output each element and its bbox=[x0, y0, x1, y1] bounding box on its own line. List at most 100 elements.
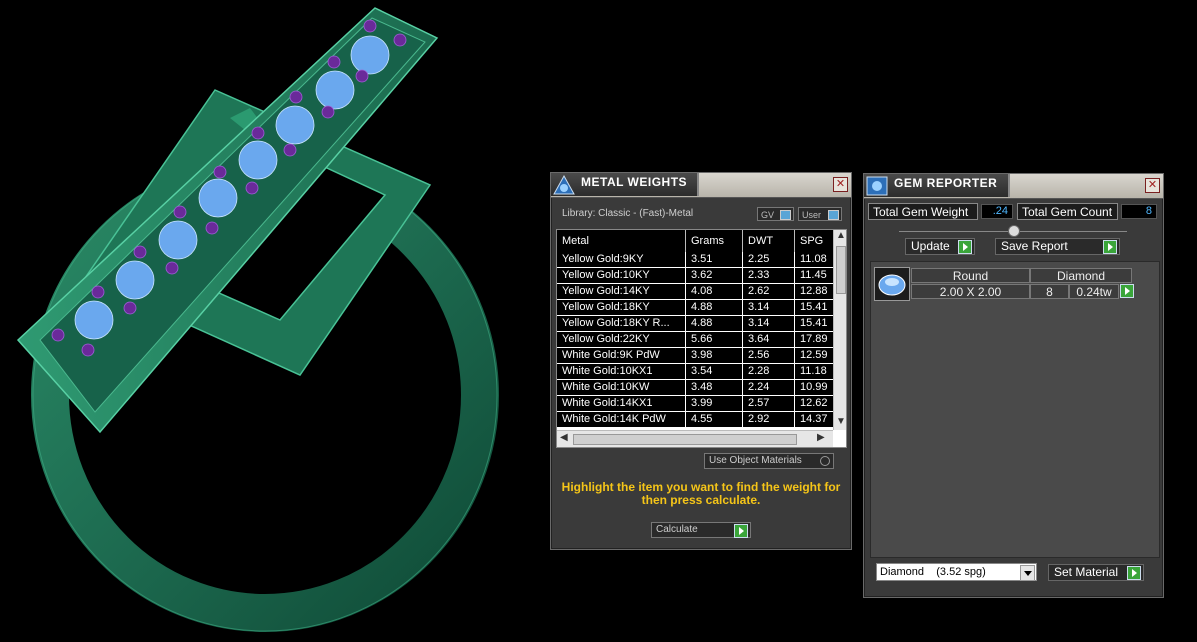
collapse-icon[interactable] bbox=[1008, 225, 1020, 237]
table-cell: 11.18 bbox=[800, 365, 827, 377]
table-cell: Yellow Gold:18KY R... bbox=[557, 316, 686, 331]
table-row[interactable]: Yellow Gold:22KY 5.66 3.64 17.89 bbox=[557, 332, 833, 348]
table-row[interactable]: White Gold:14KX1 3.99 2.57 12.62 bbox=[557, 396, 833, 412]
table-cell: White Gold:9K PdW bbox=[557, 348, 686, 363]
gem-select-button[interactable] bbox=[1120, 284, 1134, 299]
hscroll-thumb[interactable] bbox=[573, 434, 797, 445]
horizontal-scrollbar[interactable]: ◀ ▶ bbox=[557, 430, 833, 447]
table-cell: Yellow Gold:14KY bbox=[557, 284, 686, 299]
table-row[interactable]: White Gold:9K PdW 3.98 2.56 12.59 bbox=[557, 348, 833, 364]
table-cell: 14.37 bbox=[800, 413, 828, 425]
play-icon bbox=[734, 524, 748, 538]
gem-count: 8 bbox=[1030, 284, 1069, 299]
table-cell: 3.54 bbox=[686, 364, 743, 379]
table-cell: 3.14 bbox=[743, 300, 795, 315]
table-cell: 10.99 bbox=[800, 381, 828, 393]
play-icon bbox=[1103, 240, 1117, 254]
table-cell: 2.33 bbox=[743, 268, 795, 283]
table-cell: 2.62 bbox=[743, 284, 795, 299]
set-material-button[interactable]: Set Material bbox=[1048, 564, 1144, 581]
scroll-up-icon[interactable]: ▲ bbox=[836, 230, 846, 241]
update-button[interactable]: Update bbox=[905, 238, 975, 255]
ring-model bbox=[16, 7, 499, 632]
table-cell: 4.88 bbox=[686, 316, 743, 331]
table-cell: 3.99 bbox=[686, 396, 743, 411]
scroll-thumb[interactable] bbox=[836, 246, 846, 294]
vertical-scrollbar[interactable]: ▲ ▼ bbox=[833, 230, 846, 430]
col-metal[interactable]: Metal bbox=[557, 230, 686, 252]
col-grams[interactable]: Grams bbox=[686, 230, 743, 252]
table-cell: 2.28 bbox=[743, 364, 795, 379]
table-body: Yellow Gold:9KY 3.51 2.25 11.08 Yellow Gold:… bbox=[557, 252, 833, 428]
gem-reporter-titlebar[interactable]: GEM REPORTER ✕ bbox=[864, 174, 1163, 199]
table-cell: Yellow Gold:18KY bbox=[557, 300, 686, 315]
table-row[interactable]: White Gold:10KX1 3.54 2.28 11.18 bbox=[557, 364, 833, 380]
table-cell: 12.62 bbox=[800, 397, 828, 409]
gem-material: Diamond bbox=[1030, 268, 1132, 283]
save-report-button[interactable]: Save Report bbox=[995, 238, 1120, 255]
metal-table: Metal Grams DWT SPG Yellow Gold:9KY 3.51 2… bbox=[556, 229, 847, 448]
table-cell: 15.41 bbox=[800, 301, 828, 313]
use-object-materials-toggle[interactable]: Use Object Materials bbox=[704, 453, 834, 469]
table-cell: White Gold:10KX1 bbox=[557, 364, 686, 379]
gem-thumbnail[interactable] bbox=[874, 267, 910, 301]
table-cell: 3.62 bbox=[686, 268, 743, 283]
scroll-left-icon[interactable]: ◀ bbox=[560, 432, 568, 443]
table-cell: 11.08 bbox=[800, 253, 827, 265]
table-row[interactable]: Yellow Gold:14KY 4.08 2.62 12.88 bbox=[557, 284, 833, 300]
table-cell: Yellow Gold:10KY bbox=[557, 268, 686, 283]
radio-icon bbox=[820, 456, 830, 466]
table-cell: 12.88 bbox=[800, 285, 828, 297]
table-row[interactable]: White Gold:14K PdW 4.55 2.92 14.37 bbox=[557, 412, 833, 428]
table-cell: 3.48 bbox=[686, 380, 743, 395]
chevron-down-icon[interactable] bbox=[1020, 565, 1035, 581]
play-icon bbox=[958, 240, 972, 254]
play-icon bbox=[1120, 284, 1134, 298]
table-cell: 2.56 bbox=[743, 348, 795, 363]
table-cell: 5.66 bbox=[686, 332, 743, 347]
total-gem-weight-value: .24 bbox=[981, 204, 1013, 219]
table-cell: 11.45 bbox=[800, 269, 827, 281]
table-row[interactable]: Yellow Gold:18KY R... 4.88 3.14 15.41 bbox=[557, 316, 833, 332]
total-gem-count-value: 8 bbox=[1121, 204, 1157, 219]
table-row[interactable]: White Gold:10KW 3.48 2.24 10.99 bbox=[557, 380, 833, 396]
col-spg[interactable]: SPG bbox=[795, 230, 833, 252]
table-cell: White Gold:10KW bbox=[557, 380, 686, 395]
user-toggle[interactable]: User bbox=[798, 207, 842, 221]
table-row[interactable]: Yellow Gold:9KY 3.51 2.25 11.08 bbox=[557, 252, 833, 268]
gem-reporter-icon bbox=[866, 176, 888, 196]
close-icon[interactable]: ✕ bbox=[1145, 178, 1160, 193]
metal-weights-titlebar[interactable]: METAL WEIGHTS ✕ bbox=[551, 173, 851, 198]
total-gem-count-label: Total Gem Count bbox=[1017, 203, 1118, 220]
calculate-button[interactable]: Calculate bbox=[651, 522, 751, 538]
close-icon[interactable]: ✕ bbox=[833, 177, 848, 192]
gem-reporter-panel: GEM REPORTER ✕ Total Gem Weight .24 Tota… bbox=[863, 173, 1164, 598]
library-label: Library: Classic - (Fast)-Metal bbox=[562, 208, 694, 219]
table-row[interactable]: Yellow Gold:18KY 4.88 3.14 15.41 bbox=[557, 300, 833, 316]
table-cell: 2.24 bbox=[743, 380, 795, 395]
table-cell: 3.14 bbox=[743, 316, 795, 331]
instruction-text: Highlight the item you want to find the … bbox=[561, 480, 841, 507]
gem-shape: Round bbox=[911, 268, 1030, 283]
table-cell: 15.41 bbox=[800, 317, 828, 329]
table-cell: 2.92 bbox=[743, 412, 795, 427]
table-row[interactable]: Yellow Gold:10KY 3.62 2.33 11.45 bbox=[557, 268, 833, 284]
table-cell: 17.89 bbox=[800, 333, 828, 345]
table-cell: 12.59 bbox=[800, 349, 828, 361]
table-cell: 3.64 bbox=[743, 332, 795, 347]
table-cell: 2.57 bbox=[743, 396, 795, 411]
table-cell: Yellow Gold:9KY bbox=[557, 252, 686, 267]
scroll-down-icon[interactable]: ▼ bbox=[836, 416, 846, 427]
col-dwt[interactable]: DWT bbox=[743, 230, 795, 252]
material-select[interactable]: Diamond (3.52 spg) bbox=[876, 563, 1037, 581]
gv-toggle[interactable]: GV bbox=[757, 207, 794, 221]
table-cell: 4.55 bbox=[686, 412, 743, 427]
table-cell: 4.08 bbox=[686, 284, 743, 299]
metal-weights-panel: METAL WEIGHTS ✕ Library: Classic - (Fast… bbox=[550, 172, 852, 550]
gem-list: Round Diamond 2.00 X 2.00 8 0.24tw bbox=[870, 261, 1160, 558]
table-cell: White Gold:14K PdW bbox=[557, 412, 686, 427]
table-cell: White Gold:14KX1 bbox=[557, 396, 686, 411]
scroll-right-icon[interactable]: ▶ bbox=[817, 432, 825, 443]
3d-viewport[interactable] bbox=[0, 0, 545, 637]
table-cell: 3.98 bbox=[686, 348, 743, 363]
